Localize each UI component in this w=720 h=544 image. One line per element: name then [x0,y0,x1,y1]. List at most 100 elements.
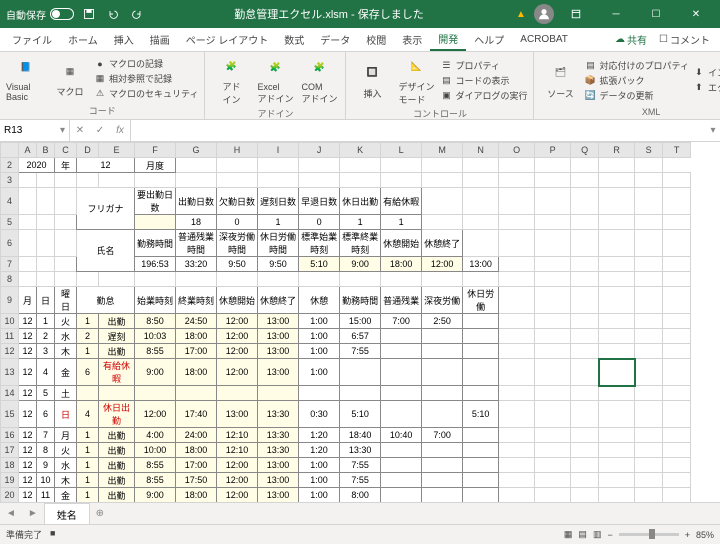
cell[interactable]: 3 [1,173,19,188]
cell[interactable]: 18 [176,215,217,230]
cell[interactable] [535,257,571,272]
cell[interactable]: 15:00 [340,314,381,329]
cell[interactable] [635,458,663,473]
cell[interactable]: 出勤 [99,344,135,359]
cell[interactable] [663,257,691,272]
cell[interactable]: 水 [55,458,77,473]
cell[interactable]: 4:00 [135,428,176,443]
status-record-icon[interactable]: ■ [50,528,55,541]
cell[interactable] [37,257,55,272]
cell[interactable]: 遅刻日数 [258,188,299,215]
user-avatar[interactable] [534,4,554,24]
cell[interactable] [535,359,571,386]
add-sheet-button[interactable]: ⊕ [90,508,110,519]
cell[interactable] [299,173,340,188]
tab-挿入[interactable]: 挿入 [106,28,142,51]
cell[interactable]: 1:00 [299,359,340,386]
cell[interactable] [571,428,599,443]
cell[interactable] [37,272,55,287]
cell[interactable] [635,386,663,401]
relative-ref-button[interactable]: ▦相対参照で記録 [94,72,198,85]
cell[interactable]: 終業時刻 [176,287,217,314]
cell[interactable] [599,428,635,443]
cell[interactable] [535,344,571,359]
cell[interactable]: 12 [19,329,37,344]
cell[interactable]: 12:00 [217,314,258,329]
sheet-nav-prev[interactable]: ◄ [0,508,22,519]
col-H[interactable]: H [217,143,258,158]
cell[interactable] [499,344,535,359]
cell[interactable] [499,215,535,230]
macro-button[interactable]: ▦マクロ [50,54,90,103]
view-pagebreak-button[interactable]: ▥ [593,529,602,540]
cell[interactable] [422,329,463,344]
cell[interactable]: 13:00 [258,329,299,344]
cell[interactable]: 14 [1,386,19,401]
cell[interactable] [635,329,663,344]
cell[interactable] [571,158,599,173]
cell[interactable]: 2 [1,158,19,173]
cell[interactable] [499,443,535,458]
cell[interactable]: 24:00 [176,428,217,443]
cell[interactable] [599,488,635,503]
name-box[interactable]: R13 ▾ [0,120,70,141]
cell[interactable] [535,215,571,230]
cell[interactable]: 日 [55,401,77,428]
cell[interactable] [19,173,37,188]
cell[interactable]: 12:00 [422,257,463,272]
col-L[interactable]: L [381,143,422,158]
cell[interactable] [340,386,381,401]
cell[interactable]: 出勤 [99,314,135,329]
cell[interactable]: 1:00 [299,488,340,503]
cell[interactable]: 7:55 [340,344,381,359]
cell[interactable] [535,314,571,329]
cell[interactable]: 17:40 [176,401,217,428]
cell[interactable]: 18:40 [340,428,381,443]
ribbon-options-button[interactable] [558,2,594,26]
cell[interactable] [571,188,599,215]
cell[interactable] [635,344,663,359]
cell[interactable]: 休日労働 [463,287,499,314]
cell[interactable] [463,458,499,473]
cell[interactable] [258,158,299,173]
cell[interactable] [663,314,691,329]
cell[interactable]: 金 [55,488,77,503]
cell[interactable] [663,230,691,257]
cell[interactable] [176,272,217,287]
cell[interactable]: 18:00 [176,443,217,458]
cell[interactable] [37,188,55,215]
cell[interactable] [663,329,691,344]
cell[interactable]: 20 [1,488,19,503]
cell[interactable] [299,272,340,287]
record-macro-button[interactable]: ●マクロの記録 [94,57,198,70]
cell[interactable] [422,188,463,215]
cell[interactable] [55,230,77,257]
cell[interactable] [422,443,463,458]
cell[interactable]: 金 [55,359,77,386]
cell[interactable] [499,401,535,428]
cell[interactable] [535,458,571,473]
cell[interactable] [635,488,663,503]
cell[interactable]: 17:00 [176,458,217,473]
cell[interactable] [571,173,599,188]
warning-icon[interactable]: ▲ [512,5,530,23]
cell[interactable] [381,443,422,458]
cell[interactable]: 0 [217,215,258,230]
cell[interactable]: 196:53 [135,257,176,272]
cell[interactable] [422,386,463,401]
cell[interactable] [499,272,535,287]
cell[interactable] [599,188,635,215]
cell[interactable]: 休憩 [299,287,340,314]
col-N[interactable]: N [463,143,499,158]
cell[interactable]: 出勤 [99,473,135,488]
cell[interactable] [535,488,571,503]
cell[interactable]: 13 [1,359,19,386]
col-B[interactable]: B [37,143,55,158]
xml-export-button[interactable]: ⬆エクスポート [693,81,720,94]
comment-button[interactable]: ☐ コメント [653,32,716,47]
cell[interactable] [258,173,299,188]
cell[interactable]: 8:55 [135,458,176,473]
tab-開発[interactable]: 開発 [430,28,466,51]
cell[interactable]: 13:00 [258,458,299,473]
close-button[interactable]: ✕ [678,2,714,26]
